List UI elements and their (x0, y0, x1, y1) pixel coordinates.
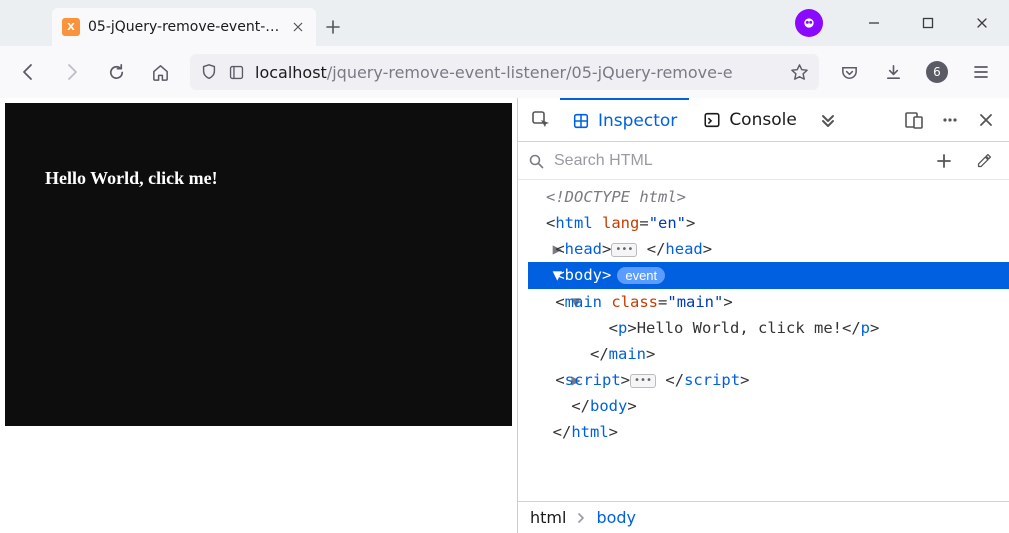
new-tab-button[interactable] (316, 8, 350, 46)
extension-icon[interactable] (795, 9, 823, 37)
shield-icon[interactable] (200, 63, 218, 81)
eyedropper-icon[interactable] (969, 152, 999, 169)
back-button[interactable] (8, 52, 48, 92)
search-html-input[interactable] (554, 152, 919, 170)
crumb-html[interactable]: html (530, 508, 566, 527)
address-bar[interactable]: localhost/jquery-remove-event-listener/0… (190, 54, 819, 90)
tab-console[interactable]: Console (691, 98, 809, 142)
close-window-button[interactable] (955, 0, 1009, 46)
tree-script[interactable]: ▶ <script>••• </script> (528, 367, 1009, 393)
reload-button[interactable] (96, 52, 136, 92)
tree-html-open[interactable]: <html lang="en"> (528, 210, 1009, 236)
app-menu-icon[interactable] (961, 52, 1001, 92)
kebab-menu-icon[interactable] (933, 98, 967, 142)
devtools-tabbar: Inspector Console (518, 98, 1009, 142)
create-node-icon[interactable] (929, 153, 959, 169)
minimize-button[interactable] (847, 0, 901, 46)
maximize-button[interactable] (901, 0, 955, 46)
tree-main-open[interactable]: ▼ <main class="main"> (528, 289, 1009, 315)
pocket-icon[interactable] (829, 52, 869, 92)
browser-tab[interactable]: X 05-jQuery-remove-event-listene (52, 8, 316, 46)
url-text: localhost/jquery-remove-event-listener/0… (255, 63, 780, 82)
crumb-body[interactable]: body (596, 508, 636, 527)
tree-doctype[interactable]: <!DOCTYPE html> (528, 184, 1009, 210)
tab-inspector-label: Inspector (598, 111, 677, 131)
devtools-panel: Inspector Console <!DOCTYPE html> <html … (517, 98, 1009, 533)
breadcrumb: html body (518, 501, 1009, 533)
tree-body-close[interactable]: </body> (528, 393, 1009, 419)
window-controls (795, 0, 1009, 46)
page-info-icon[interactable] (228, 64, 245, 81)
tree-body-open[interactable]: ▼ <body>event (528, 262, 1009, 289)
home-button[interactable] (140, 52, 180, 92)
dom-tree[interactable]: <!DOCTYPE html> <html lang="en"> ▶ <head… (518, 180, 1009, 501)
close-tab-icon[interactable] (290, 19, 306, 35)
chevron-right-icon (576, 513, 586, 523)
tab-console-label: Console (729, 110, 797, 130)
forward-button[interactable] (52, 52, 92, 92)
page-text[interactable]: Hello World, click me! (45, 168, 218, 188)
pick-element-icon[interactable] (524, 98, 558, 142)
tab-title: 05-jQuery-remove-event-listene (88, 19, 282, 35)
tabstrip-lead (0, 0, 52, 46)
tree-html-close[interactable]: </html> (528, 419, 1009, 445)
downloads-icon[interactable] (873, 52, 913, 92)
devtools-search-row (518, 142, 1009, 180)
page-body[interactable]: Hello World, click me! (5, 103, 512, 426)
browser-toolbar: localhost/jquery-remove-event-listener/0… (0, 46, 1009, 98)
responsive-mode-icon[interactable] (897, 98, 931, 142)
tree-p[interactable]: <p>Hello World, click me!</p> (528, 315, 1009, 341)
bookmark-star-icon[interactable] (790, 63, 809, 82)
more-tabs-icon[interactable] (811, 98, 845, 142)
xampp-favicon-icon: X (62, 18, 80, 36)
page-viewport: Hello World, click me! (0, 98, 517, 533)
close-devtools-icon[interactable] (969, 98, 1003, 142)
tab-inspector[interactable]: Inspector (560, 98, 689, 142)
account-icon[interactable]: 6 (917, 52, 957, 92)
search-icon (528, 153, 544, 169)
tree-head[interactable]: ▶ <head>••• </head> (528, 236, 1009, 262)
tree-main-close[interactable]: </main> (528, 341, 1009, 367)
